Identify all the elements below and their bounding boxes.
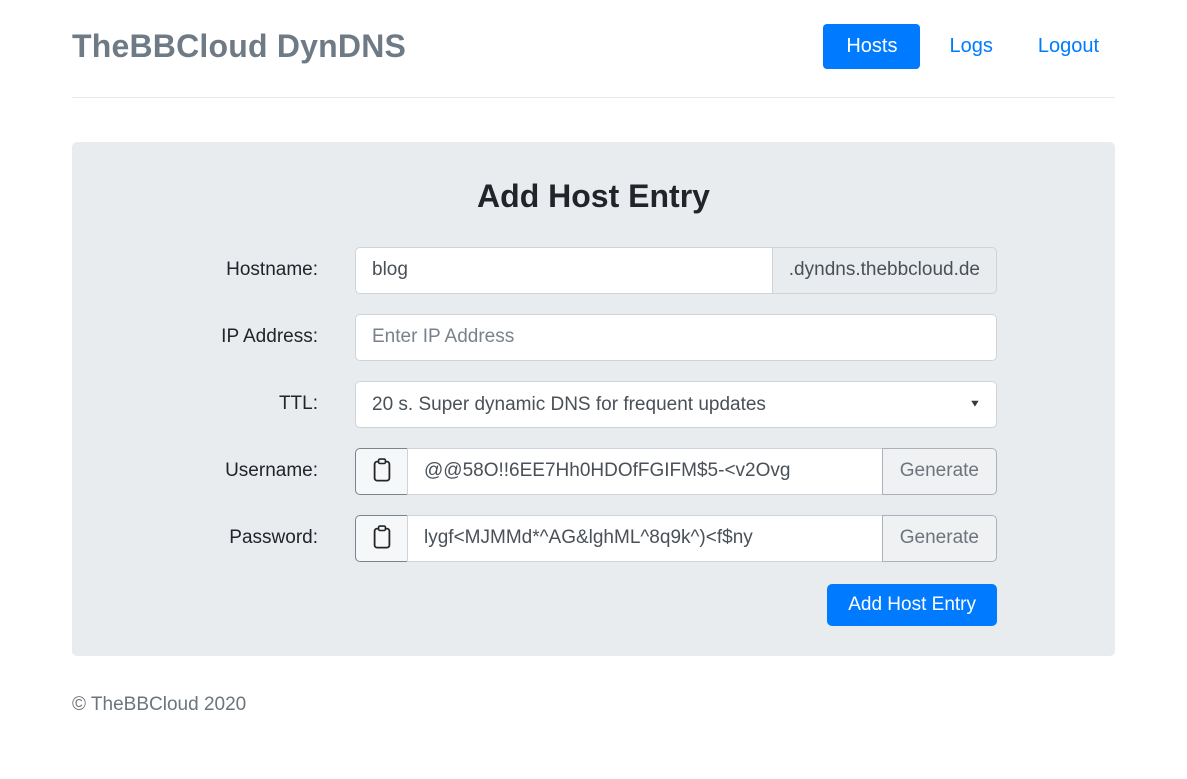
page-title: TheBBCloud DynDNS — [72, 28, 406, 65]
generate-password-button[interactable]: Generate — [882, 515, 997, 562]
ttl-row: TTL: 20 s. Super dynamic DNS for frequen… — [72, 381, 1115, 428]
main-nav: Hosts Logs Logout — [823, 24, 1115, 69]
nav-item-logout[interactable]: Logout — [1022, 24, 1115, 69]
copyright: © TheBBCloud 2020 — [72, 694, 246, 715]
add-host-entry-button[interactable]: Add Host Entry — [827, 584, 997, 626]
hostname-input[interactable] — [355, 247, 773, 294]
hostname-control: .dyndns.thebbcloud.de — [355, 247, 997, 294]
password-label: Password: — [72, 527, 355, 549]
nav-item-logs[interactable]: Logs — [933, 24, 1008, 69]
username-input-group: Generate — [355, 448, 997, 495]
hostname-row: Hostname: .dyndns.thebbcloud.de — [72, 247, 1115, 294]
form-title: Add Host Entry — [72, 178, 1115, 215]
page-container: TheBBCloud DynDNS Hosts Logs Logout Add … — [72, 24, 1115, 716]
password-input[interactable] — [407, 515, 883, 562]
hostname-label: Hostname: — [72, 259, 355, 281]
ttl-select-wrap: 20 s. Super dynamic DNS for frequent upd… — [355, 381, 997, 428]
ttl-select[interactable]: 20 s. Super dynamic DNS for frequent upd… — [355, 381, 997, 428]
header: TheBBCloud DynDNS Hosts Logs Logout — [72, 24, 1115, 69]
hostname-input-group: .dyndns.thebbcloud.de — [355, 247, 997, 294]
page-footer: © TheBBCloud 2020 — [72, 694, 1115, 716]
username-input[interactable] — [407, 448, 883, 495]
username-label: Username: — [72, 460, 355, 482]
submit-row: Add Host Entry — [72, 584, 997, 626]
ip-address-control — [355, 314, 997, 361]
username-row: Username: Generate — [72, 448, 1115, 495]
ttl-control: 20 s. Super dynamic DNS for frequent upd… — [355, 381, 997, 428]
generate-username-button[interactable]: Generate — [882, 448, 997, 495]
ip-address-label: IP Address: — [72, 326, 355, 348]
hostname-domain-suffix: .dyndns.thebbcloud.de — [772, 247, 997, 294]
ip-address-input[interactable] — [355, 314, 997, 361]
clipboard-icon — [373, 525, 391, 552]
nav-item-hosts[interactable]: Hosts — [823, 24, 920, 69]
password-input-group: Generate — [355, 515, 997, 562]
ttl-label: TTL: — [72, 393, 355, 415]
ip-address-row: IP Address: — [72, 314, 1115, 361]
header-divider — [72, 97, 1115, 98]
password-control: Generate — [355, 515, 997, 562]
copy-username-button[interactable] — [355, 448, 408, 495]
add-host-card: Add Host Entry Hostname: .dyndns.thebbcl… — [72, 142, 1115, 656]
copy-password-button[interactable] — [355, 515, 408, 562]
clipboard-icon — [373, 458, 391, 485]
username-control: Generate — [355, 448, 997, 495]
password-row: Password: Generate — [72, 515, 1115, 562]
